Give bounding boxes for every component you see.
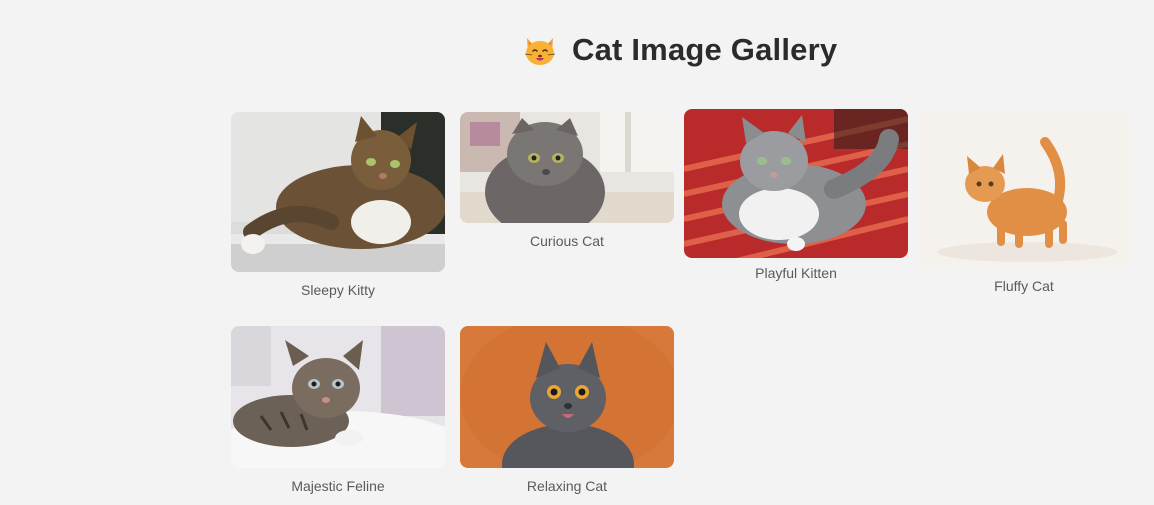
gallery-card[interactable]: Fluffy Cat	[917, 112, 1131, 294]
card-caption: Relaxing Cat	[526, 478, 608, 494]
cat-gallery-page: Cat Image Gallery Sleepy Kitty Curious C…	[0, 0, 1154, 505]
card-caption: Playful Kitten	[755, 265, 837, 281]
gallery-card[interactable]: Relaxing Cat	[460, 326, 674, 494]
cat-face-emoji-icon	[524, 38, 556, 65]
gallery-card[interactable]: Majestic Feline	[231, 326, 445, 494]
card-caption: Curious Cat	[530, 233, 604, 249]
page-header: Cat Image Gallery	[522, 32, 837, 68]
card-caption: Fluffy Cat	[994, 278, 1054, 294]
card-caption: Majestic Feline	[291, 478, 385, 494]
tabby-kitten-on-white-blanket-photo[interactable]	[231, 326, 445, 468]
gallery-card[interactable]: Playful Kitten	[684, 109, 908, 281]
gallery-card[interactable]: Sleepy Kitty	[231, 112, 445, 298]
ginger-kitten-tail-up-photo[interactable]	[917, 112, 1131, 267]
grey-british-shorthair-orange-background-photo[interactable]	[460, 326, 674, 468]
tabby-longhair-cat-lying-photo[interactable]	[231, 112, 445, 272]
grey-scottish-fold-cat-photo[interactable]	[460, 112, 674, 223]
gallery-card[interactable]: Curious Cat	[460, 112, 674, 249]
page-title: Cat Image Gallery	[572, 32, 838, 67]
card-caption: Sleepy Kitty	[301, 282, 375, 298]
grey-white-cat-on-red-striped-cushion-photo[interactable]	[684, 109, 908, 258]
